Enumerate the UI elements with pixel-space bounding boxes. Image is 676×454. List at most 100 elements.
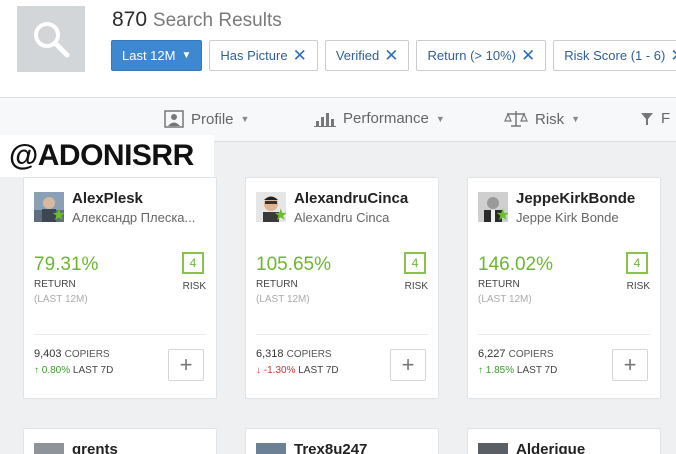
divider — [256, 334, 428, 335]
copiers-count: 6,227 COPIERS — [478, 348, 554, 360]
change-label: LAST 7D — [298, 365, 339, 376]
caret-down-icon: ▼ — [435, 113, 445, 124]
trader-card[interactable]: ★ AlexPlesk Александр Плеска... 79.31% R… — [23, 177, 217, 399]
star-icon: ★ — [273, 207, 286, 223]
trader-card[interactable]: ★ AlexandruCinca Alexandru Cinca 105.65%… — [245, 177, 439, 399]
avatar[interactable]: ★ — [478, 192, 508, 222]
performance-dropdown[interactable]: Performance ▼ — [314, 110, 445, 127]
bar-chart-icon — [314, 112, 336, 127]
trader-card[interactable]: Trex8u247 — [245, 428, 439, 454]
return-period: (LAST 12M) — [478, 294, 532, 305]
period-dropdown[interactable]: Last 12M ▼ — [111, 40, 203, 71]
period-label: Last 12M — [122, 48, 176, 63]
trader-card[interactable]: grents — [23, 428, 217, 454]
star-icon: ★ — [495, 207, 508, 223]
filter-chip-label: Return (> 10%) — [427, 48, 516, 63]
filter-chip-risk-score[interactable]: Risk Score (1 - 6) ✕ — [553, 40, 676, 71]
risk-label: RISK — [626, 281, 650, 292]
trader-username[interactable]: JeppeKirkBonde — [516, 190, 635, 207]
copiers-value: 6,227 — [478, 348, 506, 360]
search-icon — [34, 22, 70, 58]
return-value: 79.31% — [34, 254, 99, 275]
close-icon[interactable]: ✕ — [670, 47, 676, 64]
arrow-up-icon: ↑ — [478, 365, 483, 376]
risk-label: Risk — [535, 110, 565, 128]
copiers-count: 9,403 COPIERS — [34, 348, 110, 360]
filter-chip-has-picture[interactable]: Has Picture ✕ — [209, 40, 318, 71]
return-value: 146.02% — [478, 254, 554, 275]
close-icon[interactable]: ✕ — [293, 47, 307, 64]
search-button[interactable] — [17, 6, 85, 72]
caret-down-icon: ▼ — [181, 50, 192, 61]
plus-icon: + — [401, 352, 415, 377]
risk-label: RISK — [404, 281, 428, 292]
divider — [34, 334, 206, 335]
results-header: 870 Search Results Last 12M ▼ Has Pictur… — [0, 0, 676, 98]
avatar[interactable] — [34, 443, 64, 454]
avatar[interactable]: ★ — [34, 192, 64, 222]
plus-icon: + — [623, 352, 637, 377]
trader-fullname: Jeppe Kirk Bonde — [516, 210, 619, 225]
trader-username[interactable]: Alderique — [516, 441, 585, 454]
filter-chip-label: Risk Score (1 - 6) — [564, 48, 666, 63]
risk-score-badge: 4 — [182, 252, 204, 274]
plus-icon: + — [179, 352, 193, 377]
results-label: Search Results — [152, 10, 282, 31]
add-trader-button[interactable]: + — [612, 349, 648, 381]
close-icon[interactable]: ✕ — [521, 47, 535, 64]
scale-icon — [504, 111, 528, 127]
weekly-change: ↑ 1.85% LAST 7D — [478, 365, 557, 376]
divider — [478, 334, 650, 335]
profile-icon — [164, 110, 184, 128]
filter-chips: Last 12M ▼ Has Picture ✕ Verified ✕ Retu… — [111, 40, 676, 71]
caret-down-icon: ▼ — [240, 114, 250, 124]
filter-dropdown[interactable]: F — [640, 110, 670, 127]
return-period: (LAST 12M) — [256, 294, 310, 305]
add-trader-button[interactable]: + — [390, 349, 426, 381]
change-label: LAST 7D — [516, 365, 558, 376]
filter-chip-label: Has Picture — [220, 48, 288, 63]
avatar[interactable] — [256, 443, 286, 454]
copiers-label: COPIERS — [286, 349, 332, 360]
filter-chip-label: Verified — [335, 48, 380, 63]
risk-label: RISK — [182, 281, 206, 292]
filter-chip-verified[interactable]: Verified ✕ — [324, 40, 410, 71]
arrow-up-icon: ↑ — [34, 365, 39, 376]
avatar[interactable] — [478, 443, 508, 454]
copiers-value: 9,403 — [34, 348, 62, 360]
avatar[interactable]: ★ — [256, 192, 286, 222]
profile-dropdown[interactable]: Profile ▼ — [164, 110, 249, 128]
performance-label: Performance — [343, 110, 429, 127]
star-icon: ★ — [51, 207, 64, 223]
filter-chip-return[interactable]: Return (> 10%) ✕ — [416, 40, 547, 71]
risk-score-badge: 4 — [404, 252, 426, 274]
add-trader-button[interactable]: + — [168, 349, 204, 381]
return-period: (LAST 12M) — [34, 294, 88, 305]
return-label: RETURN — [478, 279, 520, 290]
watermark: @ADONISRR — [0, 135, 214, 177]
change-value: 0.80% — [41, 365, 71, 376]
profile-label: Profile — [191, 110, 234, 128]
close-icon[interactable]: ✕ — [384, 47, 398, 64]
filter-icon — [641, 112, 653, 125]
copiers-count: 6,318 COPIERS — [256, 348, 332, 360]
results-count: 870 — [112, 8, 148, 31]
risk-score-badge: 4 — [626, 252, 648, 274]
arrow-down-icon: ↓ — [256, 365, 261, 376]
caret-down-icon: ▼ — [571, 114, 581, 124]
weekly-change: ↑ 0.80% LAST 7D — [34, 365, 113, 376]
trader-username[interactable]: Trex8u247 — [294, 441, 367, 454]
return-value: 105.65% — [256, 254, 332, 275]
trader-username[interactable]: AlexPlesk — [72, 190, 143, 207]
change-label: LAST 7D — [72, 365, 114, 376]
weekly-change: ↓ -1.30% LAST 7D — [256, 365, 339, 376]
copiers-value: 6,318 — [256, 348, 284, 360]
filter-label: F — [661, 110, 671, 127]
return-label: RETURN — [256, 279, 298, 290]
trader-username[interactable]: grents — [72, 441, 118, 454]
trader-card[interactable]: ★ JeppeKirkBonde Jeppe Kirk Bonde 146.02… — [467, 177, 661, 399]
trader-card[interactable]: Alderique — [467, 428, 661, 454]
change-value: 1.85% — [485, 365, 515, 376]
risk-dropdown[interactable]: Risk ▼ — [504, 110, 580, 128]
trader-username[interactable]: AlexandruCinca — [294, 190, 408, 207]
